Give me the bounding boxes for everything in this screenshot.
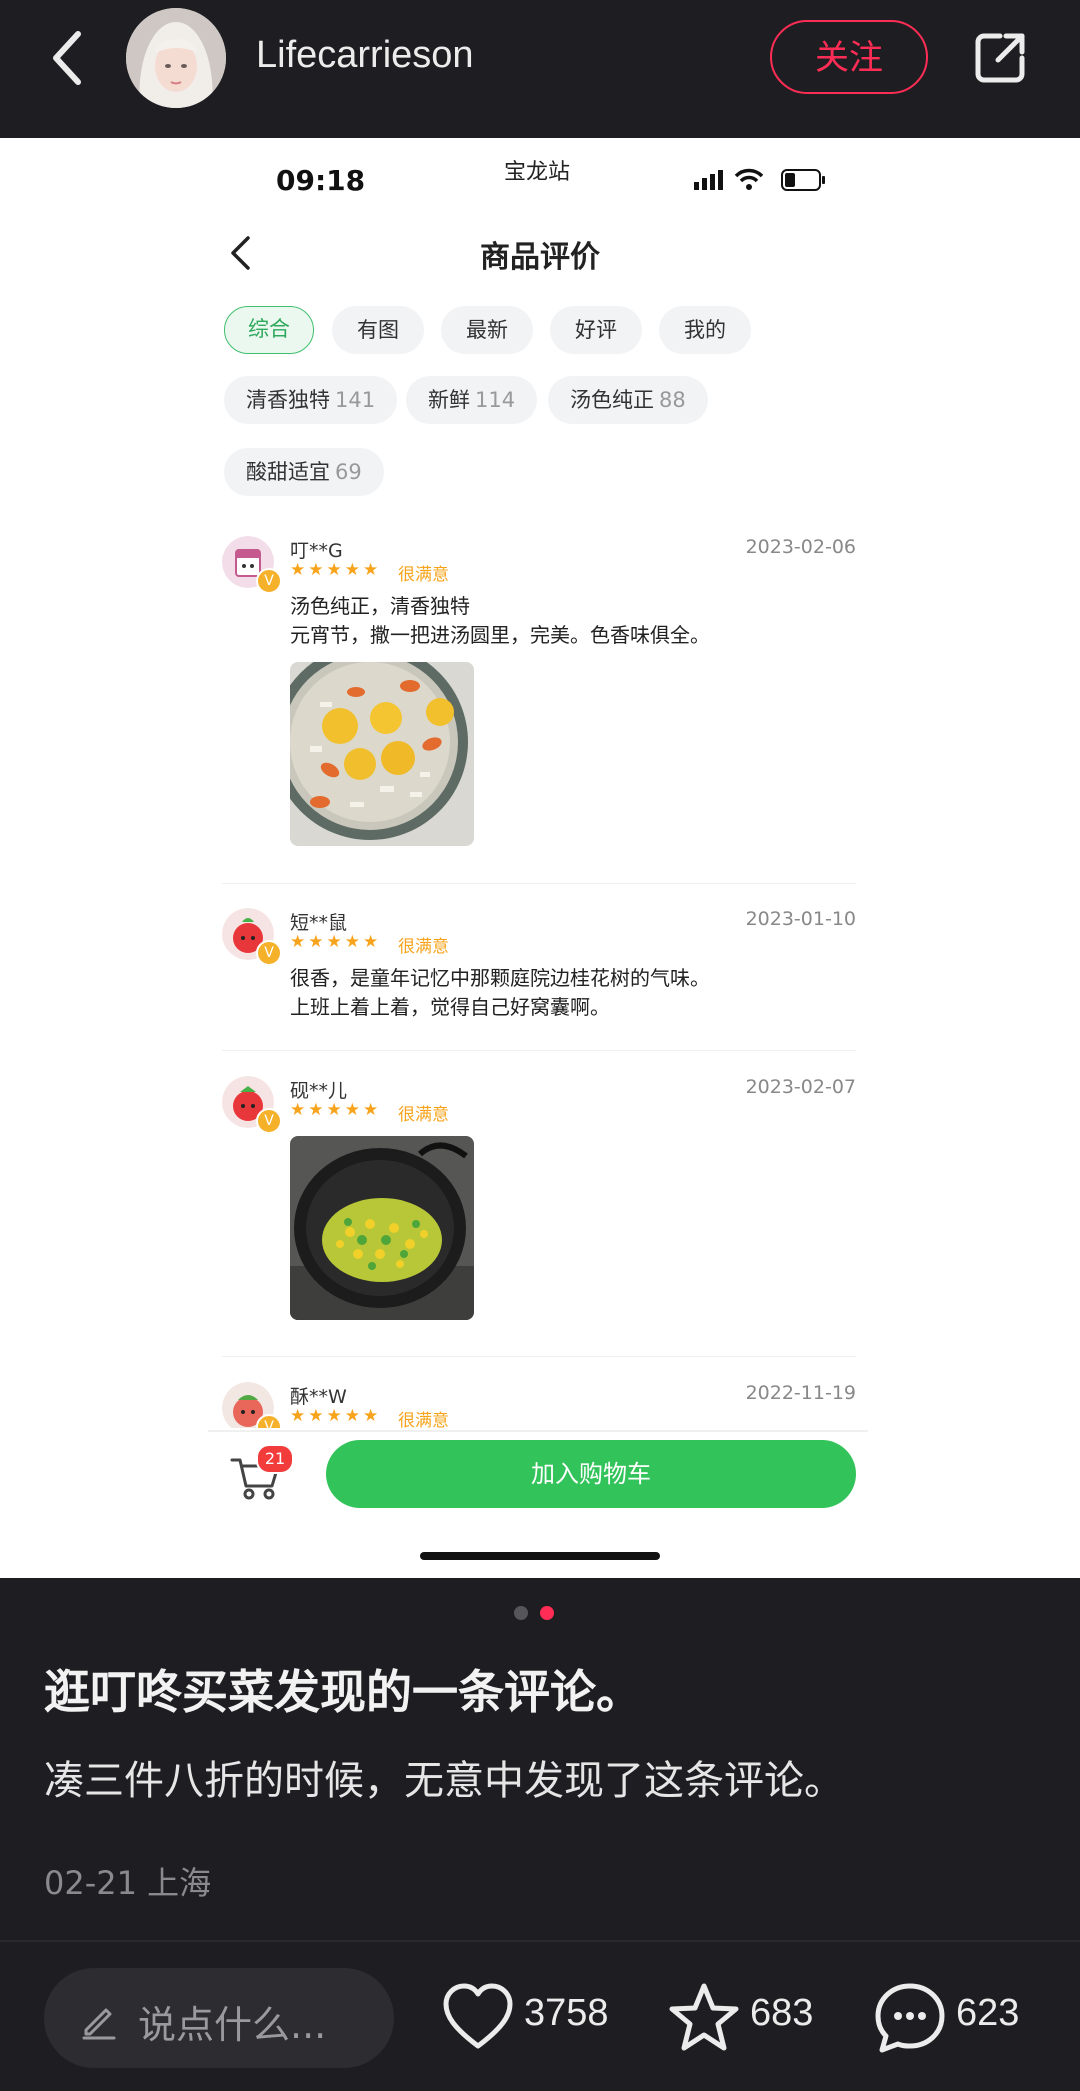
satisfaction-label: 很满意 — [398, 1105, 449, 1125]
tag-label: 汤色纯正 — [570, 388, 654, 412]
author-name[interactable]: Lifecarrieson — [256, 34, 474, 77]
verified-badge-icon: V — [256, 940, 282, 966]
review-item: V 短**鼠 2023-01-10 ★★★★★ 很满意 很香，是童年记忆中那颗庭… — [222, 908, 856, 1038]
favorite-count: 683 — [750, 1992, 814, 2034]
status-icons — [694, 168, 825, 191]
star-icon — [669, 1983, 739, 2051]
star-rating: ★★★★★ — [290, 932, 382, 952]
pencil-icon — [82, 2008, 116, 2040]
verified-badge-icon: V — [256, 568, 282, 594]
heart-icon — [443, 1983, 513, 2049]
filter-chip-latest[interactable]: 最新 — [441, 306, 533, 354]
satisfaction-label: 很满意 — [398, 565, 449, 585]
cart-count-badge: 21 — [256, 1444, 294, 1474]
post-title: 逛叮咚买菜发现的一条评论。 — [44, 1665, 642, 1719]
comment-bubble-icon — [875, 1983, 945, 2053]
image-pagination — [514, 1606, 574, 1622]
star-rating: ★★★★★ — [290, 1100, 382, 1120]
share-icon[interactable] — [970, 28, 1030, 88]
review-date: 2022-11-19 — [745, 1382, 856, 1404]
review-user: 短**鼠 — [290, 912, 348, 934]
review-user: 砚**儿 — [290, 1080, 348, 1102]
back-arrow-icon[interactable] — [44, 26, 92, 90]
add-to-cart-button[interactable]: 加入购物车 — [326, 1440, 856, 1508]
review-text-line: 很香，是童年记忆中那颗庭院边桂花树的气味。 — [290, 966, 710, 990]
verified-badge-icon: V — [256, 1108, 282, 1134]
tag-count: 141 — [335, 388, 376, 412]
tag-label: 清香独特 — [246, 388, 330, 412]
status-time: 09:18 — [276, 164, 366, 197]
review-text-line: 元宵节，撒一把进汤圆里，完美。色香味俱全。 — [290, 623, 710, 647]
comment-input[interactable]: 说点什么... — [44, 1968, 394, 2068]
like-button[interactable]: 3758 — [440, 1980, 630, 2056]
star-rating: ★★★★★ — [290, 1406, 382, 1426]
top-bar: Lifecarrieson 关注 — [0, 0, 1080, 138]
divider — [222, 1050, 856, 1051]
star-rating: ★★★★★ — [290, 560, 382, 580]
cart-bar-divider — [208, 1430, 868, 1432]
favorite-button[interactable]: 683 — [666, 1980, 836, 2056]
review-date: 2023-01-10 — [745, 908, 856, 930]
verified-badge-icon: V — [256, 1414, 282, 1428]
review-user: 叮**G — [290, 540, 343, 562]
post-image[interactable]: 09:18 宝龙站 商品评价 综合 有图 最新 好评 我的 清香独特 141 新鲜… — [0, 138, 1080, 1578]
review-date: 2023-02-06 — [745, 536, 856, 558]
divider — [222, 883, 856, 884]
follow-button[interactable]: 关注 — [770, 20, 928, 94]
comment-placeholder: 说点什么... — [138, 2003, 327, 2047]
review-item: V 酥**W 2022-11-19 ★★★★★ 很满意 — [222, 1382, 856, 1428]
tag-label: 新鲜 — [428, 388, 470, 412]
satisfaction-label: 很满意 — [398, 937, 449, 957]
comment-count: 623 — [956, 1992, 1020, 2034]
review-photo-soup[interactable] — [290, 662, 474, 846]
review-user: 酥**W — [290, 1386, 347, 1408]
like-count: 3758 — [524, 1992, 609, 2034]
author-avatar[interactable] — [126, 8, 226, 108]
home-indicator — [420, 1552, 660, 1560]
review-photo-wok[interactable] — [290, 1136, 474, 1320]
page-dot-active[interactable] — [540, 1606, 554, 1620]
tag-count: 114 — [475, 388, 516, 412]
tag-label: 酸甜适宜 — [246, 460, 330, 484]
status-station: 宝龙站 — [504, 160, 571, 185]
post-meta: 02-21 上海 — [44, 1864, 212, 1902]
page-title: 商品评价 — [480, 240, 600, 275]
filter-chip-comprehensive[interactable]: 综合 — [224, 306, 314, 354]
tag-chip[interactable]: 汤色纯正 88 — [548, 376, 708, 424]
tag-chip[interactable]: 清香独特 141 — [224, 376, 398, 424]
review-item: V 叮**G 2023-02-06 ★★★★★ 很满意 汤色纯正，清香独特 元宵… — [222, 536, 856, 876]
review-item: V 砚**儿 2023-02-07 ★★★★★ 很满意 — [222, 1076, 856, 1366]
divider — [222, 1356, 856, 1357]
review-date: 2023-02-07 — [745, 1076, 856, 1098]
review-text-line: 上班上着上着，觉得自己好窝囊啊。 — [290, 995, 610, 1019]
tag-chip[interactable]: 酸甜适宜 69 — [224, 448, 384, 496]
review-text-line: 汤色纯正，清香独特 — [290, 594, 470, 618]
filter-chip-positive[interactable]: 好评 — [550, 306, 642, 354]
comment-button[interactable]: 623 — [872, 1980, 1042, 2056]
page-dot[interactable] — [514, 1606, 528, 1620]
tag-chip[interactable]: 新鲜 114 — [406, 376, 538, 424]
filter-chip-mine[interactable]: 我的 — [659, 306, 751, 354]
tag-count: 88 — [659, 388, 686, 412]
satisfaction-label: 很满意 — [398, 1411, 449, 1428]
post-body: 凑三件八折的时候，无意中发现了这条评论。 — [44, 1758, 844, 1804]
tag-count: 69 — [335, 460, 362, 484]
divider — [0, 1940, 1080, 1942]
filter-chip-with-photo[interactable]: 有图 — [332, 306, 424, 354]
